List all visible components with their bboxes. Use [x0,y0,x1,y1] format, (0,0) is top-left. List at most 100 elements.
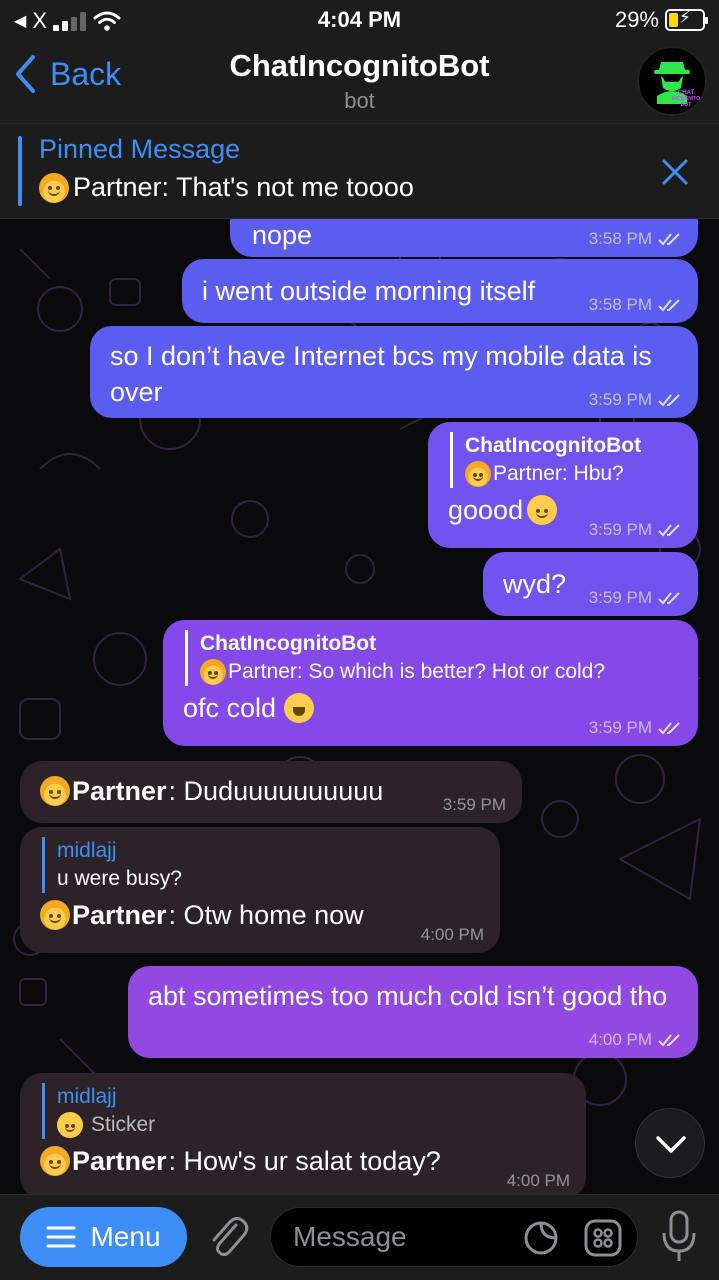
message-bubble-outgoing[interactable]: nope 3:58 PM [230,219,698,257]
menu-label: Menu [90,1221,161,1252]
message-bubble-incoming[interactable]: midlajj u were busy? Partner: Otw home n… [20,827,500,953]
message-bubble-outgoing[interactable]: ChatIncognitoBot Partner: Hbu? goood 3:5… [428,422,698,548]
reply-name: ChatIncognitoBot [465,434,642,457]
message-bubble-outgoing[interactable]: wyd? 3:59 PM [483,552,698,616]
girl-emoji-icon [39,172,69,203]
message-time: 3:59 PM [588,718,652,737]
message-meta: 4:00 PM [507,1171,570,1191]
message-time: 3:58 PM [588,295,652,314]
reply-text-row: Partner: So which is better? Hot or cold… [200,658,678,686]
bot-avatar[interactable]: CHAT INCOGNITO BOT [637,46,707,116]
reply-text: Partner: Hbu? [493,462,624,485]
smiley-emoji-icon [57,1112,83,1138]
message-bubble-outgoing[interactable]: ChatIncognitoBot Partner: So which is be… [163,620,698,746]
scroll-down-button[interactable] [635,1108,705,1178]
bot-commands-icon[interactable] [583,1218,623,1258]
girl-emoji-icon [200,659,226,685]
chat-header: Back ChatIncognitoBot bot CHAT INCOGNITO… [0,40,719,124]
pinned-message-bar[interactable]: Pinned Message Partner: That's not me to… [0,124,719,219]
message-time: 3:59 PM [588,588,652,607]
message-meta: 3:59 PM [443,795,506,815]
message-meta: 4:00 PM [421,925,484,945]
reply-name: ChatIncognitoBot [200,632,377,655]
double-check-icon [658,722,680,735]
message-text: ofc cold [183,693,277,723]
smiling-emoji-icon [527,495,558,525]
battery-icon: ⚡ [665,8,708,31]
message-input[interactable] [293,1218,513,1256]
reply-quote[interactable]: midlajj u were busy? [42,837,480,893]
double-check-icon [658,592,680,605]
sender-name: Partner [72,1146,167,1176]
reply-text-row: Sticker [57,1111,566,1139]
pinned-title: Pinned Message [39,134,241,164]
message-meta: 3:58 PM [589,295,682,315]
sender-name: Partner [72,776,167,806]
close-icon[interactable] [661,158,689,186]
message-text: : Duduuuuuuuuuu [168,776,384,806]
message-time: 3:58 PM [588,229,652,248]
reply-text: u were busy? [57,867,182,890]
message-time: 4:00 PM [420,925,484,944]
chat-subtitle: bot [344,88,375,113]
reply-text: Sticker [91,1113,156,1136]
reply-name: midlajj [57,839,117,862]
sticker-icon[interactable] [523,1220,559,1256]
input-bar: Menu [0,1194,719,1280]
message-text: : Otw home now [168,900,364,930]
reply-quote[interactable]: ChatIncognitoBot Partner: Hbu? [450,432,678,488]
message-bubble-outgoing[interactable]: i went outside morning itself 3:58 PM [182,259,698,323]
message-meta: 3:59 PM [589,520,682,540]
menu-button[interactable]: Menu [20,1207,187,1267]
message-text: goood [448,495,524,525]
message-meta: 3:58 PM [589,229,682,249]
chat-area[interactable]: nope 3:58 PM i went outside morning itse… [0,219,719,1194]
svg-text:BOT: BOT [681,102,692,108]
status-right: 29% ⚡ [614,7,708,33]
microphone-icon[interactable] [661,1209,697,1263]
message-meta: 4:00 PM [589,1030,682,1050]
reply-quote[interactable]: midlajj Sticker [42,1083,566,1139]
message-time: 4:00 PM [588,1030,652,1049]
message-bubble-incoming[interactable]: midlajj Sticker Partner: How's ur salat … [20,1073,586,1194]
message-meta: 3:59 PM [589,718,682,738]
message-input-container[interactable] [270,1207,638,1267]
message-bubble-incoming[interactable]: Partner: Duduuuuuuuuuu 3:59 PM [20,761,522,823]
message-time: 3:59 PM [588,520,652,539]
reply-quote[interactable]: ChatIncognitoBot Partner: So which is be… [185,630,678,686]
pinned-text-content: Partner: That's not me toooo [73,172,414,202]
message-text-row: Partner: Duduuuuuuuuuu [40,771,502,809]
message-text-row: Partner: How's ur salat today? [40,1143,566,1179]
girl-emoji-icon [465,461,491,487]
girl-emoji-icon [40,1146,70,1176]
laughing-emoji-icon [284,693,315,723]
chat-title[interactable]: ChatIncognitoBot [0,48,719,84]
pinned-accent-bar [18,136,22,206]
reply-text-row: Partner: Hbu? [465,460,678,488]
message-bubble-outgoing[interactable]: abt sometimes too much cold isn’t good t… [128,966,698,1058]
message-text: abt sometimes too much cold isn’t good t… [148,981,668,1011]
incognito-logo-icon: CHAT INCOGNITO BOT [639,48,705,114]
status-bar: ◀ X 4:04 PM 29% ⚡ [0,0,719,40]
message-time: 4:00 PM [506,1171,570,1190]
battery-percent: 29% [614,7,659,32]
message-text-row: Partner: Otw home now [40,897,480,933]
double-check-icon [658,1034,680,1047]
pinned-text: Partner: That's not me toooo [39,172,414,203]
message-text: : How's ur salat today? [168,1146,441,1176]
reply-text: Partner: So which is better? Hot or cold… [228,660,606,683]
chevron-down-icon [656,1136,686,1153]
message-bubble-outgoing[interactable]: so I don’t have Internet bcs my mobile d… [90,326,698,418]
double-check-icon [658,299,680,312]
double-check-icon [658,524,680,537]
message-time: 3:59 PM [442,795,506,814]
message-time: 3:59 PM [588,390,652,409]
hamburger-icon [46,1226,76,1248]
double-check-icon [658,233,680,246]
message-meta: 3:59 PM [589,390,682,410]
double-check-icon [658,394,680,407]
sender-name: Partner [72,900,167,930]
girl-emoji-icon [40,900,70,930]
paperclip-icon[interactable] [206,1213,250,1261]
status-time: 4:04 PM [317,7,402,32]
